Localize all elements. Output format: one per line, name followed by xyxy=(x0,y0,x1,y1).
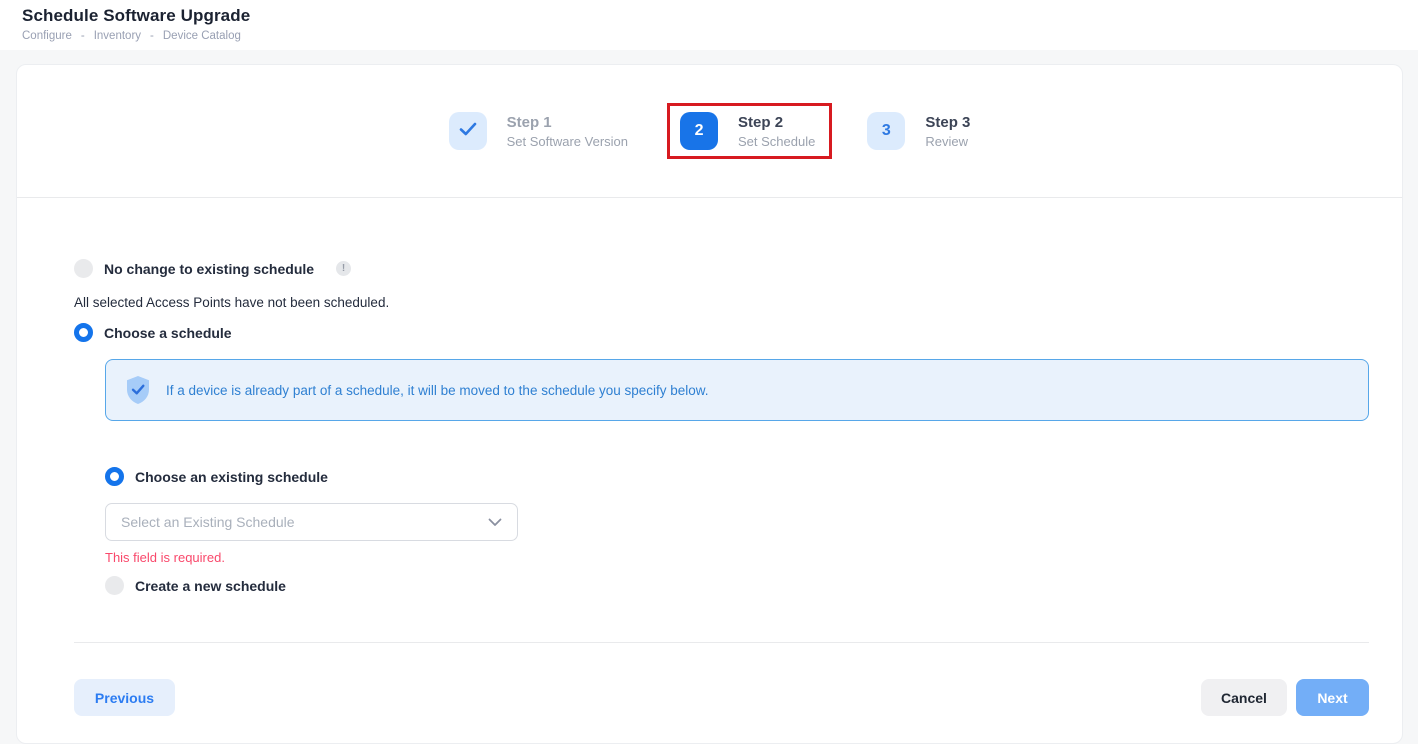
step-2-badge: 2 xyxy=(680,112,718,150)
radio-new-schedule-control[interactable] xyxy=(105,576,124,595)
radio-existing-schedule-control[interactable] xyxy=(105,467,124,486)
radio-no-change-label: No change to existing schedule xyxy=(104,261,314,277)
info-banner-text: If a device is already part of a schedul… xyxy=(166,383,709,398)
radio-option-no-change[interactable]: No change to existing schedule ! xyxy=(74,259,1369,278)
previous-button[interactable]: Previous xyxy=(74,679,175,716)
wizard-card: Step 1 Set Software Version 2 Step 2 Set… xyxy=(16,64,1403,744)
breadcrumb-separator: - xyxy=(81,30,85,42)
radio-existing-schedule-label: Choose an existing schedule xyxy=(135,469,328,485)
step-1-subtitle: Set Software Version xyxy=(507,134,628,149)
info-icon[interactable]: ! xyxy=(336,261,351,276)
stepper-step-2[interactable]: 2 Step 2 Set Schedule xyxy=(680,112,815,150)
step-1-title: Step 1 xyxy=(507,114,628,131)
radio-option-choose-schedule[interactable]: Choose a schedule xyxy=(74,323,1369,342)
stepper-step-1[interactable]: Step 1 Set Software Version xyxy=(449,112,628,150)
footer-divider xyxy=(74,642,1369,643)
topbar: Schedule Software Upgrade Configure - In… xyxy=(0,0,1418,50)
cancel-button[interactable]: Cancel xyxy=(1201,679,1287,716)
radio-choose-schedule-label: Choose a schedule xyxy=(104,325,232,341)
radio-choose-schedule-control[interactable] xyxy=(74,323,93,342)
radio-no-change-control[interactable] xyxy=(74,259,93,278)
page-background: Step 1 Set Software Version 2 Step 2 Set… xyxy=(0,50,1418,730)
breadcrumb: Configure - Inventory - Device Catalog xyxy=(22,30,1418,42)
page-title: Schedule Software Upgrade xyxy=(22,6,1418,26)
next-button[interactable]: Next xyxy=(1296,679,1369,716)
wizard-footer: Previous Cancel Next xyxy=(74,679,1369,716)
stepper-step-3[interactable]: 3 Step 3 Review xyxy=(867,112,970,150)
select-placeholder: Select an Existing Schedule xyxy=(121,514,295,530)
chevron-down-icon xyxy=(488,518,502,527)
radio-new-schedule-label: Create a new schedule xyxy=(135,578,286,594)
radio-option-new-schedule[interactable]: Create a new schedule xyxy=(105,576,1369,595)
step-2-title: Step 2 xyxy=(738,114,815,131)
breadcrumb-item-device-catalog[interactable]: Device Catalog xyxy=(163,30,241,42)
wizard-stepper: Step 1 Set Software Version 2 Step 2 Set… xyxy=(17,65,1402,198)
schedule-status-note: All selected Access Points have not been… xyxy=(74,295,1369,310)
check-icon xyxy=(459,122,477,141)
shield-check-icon xyxy=(125,375,151,405)
step-3-title: Step 3 xyxy=(925,114,970,131)
step-content: No change to existing schedule ! All sel… xyxy=(17,259,1402,716)
info-banner: If a device is already part of a schedul… xyxy=(105,359,1369,421)
validation-error: This field is required. xyxy=(105,550,1369,565)
radio-option-existing-schedule[interactable]: Choose an existing schedule xyxy=(105,467,1369,486)
step-3-subtitle: Review xyxy=(925,134,970,149)
existing-schedule-select[interactable]: Select an Existing Schedule xyxy=(105,503,518,541)
breadcrumb-item-inventory[interactable]: Inventory xyxy=(94,30,141,42)
step-2-subtitle: Set Schedule xyxy=(738,134,815,149)
breadcrumb-separator: - xyxy=(150,30,154,42)
step-3-badge: 3 xyxy=(867,112,905,150)
breadcrumb-item-configure[interactable]: Configure xyxy=(22,30,72,42)
step-1-badge xyxy=(449,112,487,150)
